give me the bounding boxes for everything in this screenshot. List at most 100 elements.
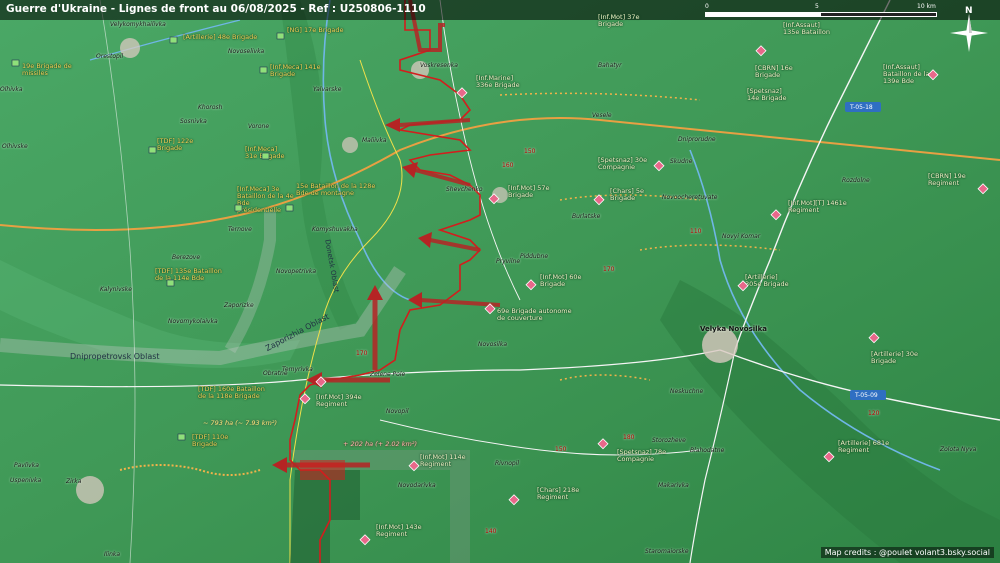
map-credits: Map credits : @poulet volant3.bsky.socia… [820,547,994,558]
place-rivnopil: Rivnopil [495,460,520,467]
place-orestopil: Orestopil [96,53,124,60]
unit-ua-114-tdf: [TDF] 135e Bataillon de la 114e Bde [155,267,222,282]
road-number: 140 [485,528,497,535]
compass-rose-icon: N [950,6,988,52]
place-novosilka: Novosilka [478,341,507,348]
place-zirka: Zirka [66,478,82,485]
unit-ua-4-presidentielle: [Inf.Meca] 3e Bataillon de la 4e Bde pré… [237,185,294,214]
place-uspenivka: Uspenivka [10,477,42,484]
unit-ru-218-chars: [Chars] 218e Regiment [537,486,580,501]
place-vorone: Vorone [248,123,270,130]
unit-ru-16-cbrn: [CBRN] 16e Brigade [755,64,793,79]
title-bar: Guerre d'Ukraine - Lignes de front au 06… [0,0,1000,20]
unit-ru-681-artillerie: [Artillerie] 681e Regiment [838,439,890,454]
road-shield-t0509: T-05-09 [852,391,881,400]
unit-ru-57-infmot: [Inf.Mot] 57e Brigade [508,184,550,199]
place-piddubne: Piddubne [520,253,549,260]
unit-ru-114-infmot: [Inf.Mot] 114e Regiment [420,453,466,468]
unit-ua-110-tdf: [TDF] 110e Brigade [192,433,229,448]
road-number: 120 [868,410,880,417]
road-number: 180 [623,434,635,441]
unit-ua-31-infmeca: [Inf.Meca] 31e Brigade [245,145,285,160]
place-berezove: Berezove [172,254,201,261]
unit-ua-17-ng: [NG] 17e Brigade [287,26,344,34]
place-skudne: Skudne [670,158,693,165]
road-shield-t0518: T-05-18 [847,103,876,112]
place-neskuchne: Neskuchne [670,388,704,395]
unit-ru-30-spetsnaz: [Spetsnaz] 30e Compagnie [598,156,648,171]
unit-ua-122-tdf: [TDF] 122e Brigade [157,137,194,152]
road-number: 160 [502,162,514,169]
place-zelene-pole: Zelene Pole [370,371,406,378]
place-dniprorudne: Dniprorudne [678,136,716,143]
unit-ru-69-couverture: 69e Brigade autonome de couverture [497,307,572,322]
unit-ru-5-chars: [Chars] 5e Brigade [610,187,644,202]
place-makarivka: Makarivka [658,482,689,489]
place-novopil: Novopil [386,408,409,415]
place-ilinka: Ilinka [104,551,121,558]
oblast-dnipropetrovsk: Dnipropetrovsk Oblast [70,352,160,361]
place-shevchenko: Shevchenko [446,186,483,193]
unit-ua-128-montagne: 15e Bataillon de la 128e Bde de montagne [296,182,376,197]
place-sosnivka: Sosnivka [180,118,207,125]
scale-bar: 0 5 10 km [705,3,945,19]
road-number: 170 [603,266,615,273]
unit-ru-135-assaut: [Inf.Assaut] 135e Bataillon [783,21,830,36]
place-olhivka: Olhivka [0,86,23,93]
unit-ua-48-artillerie: [Artillerie] 48e Brigade [183,33,258,41]
place-novomykolaivka: Novomykolaivka [168,318,218,325]
unit-ru-60-infmot: [Inf.Mot] 60e Brigade [540,273,582,288]
road-number: 170 [356,350,368,357]
place-rozdolne: Rozdolne [842,177,870,184]
place-bahatyr: Bahatyr [598,62,622,69]
unit-ru-143-infmot: [Inf.Mot] 143e Regiment [376,523,422,538]
place-velyka-novosilka: Velyka Novosilka [700,325,767,333]
place-novopetrivka: Novopetrivka [276,268,317,275]
place-novoselivka: Novoselivka [228,48,265,55]
place-khorosh: Khorosh [198,104,223,111]
unit-ru-139-assaut: [Inf.Assaut] Bataillon de la 139e Bde [883,63,930,85]
unit-ru-336-marine: [Inf.Marine] 336e Brigade [476,74,520,89]
area-gain-label: + 202 ha (+ 2.02 km²) [343,440,417,448]
unit-ua-118-tdf: [TDF] 160e Bataillon de la 118e Brigade [198,385,265,400]
unit-ua-19-missiles: 19e Brigade de missiles [22,62,72,77]
scale-bar-graphic [705,12,937,17]
unit-ru-305-artillerie: [Artillerie] 305e Brigade [745,273,789,288]
place-novyi-komar: Novyi Komar [722,233,761,240]
place-pryvilne: Pryvilne [496,258,521,265]
road-number: 110 [690,228,702,235]
place-novodarivka: Novodarivka [398,482,436,489]
scale-mid: 5 [815,3,819,10]
place-yalvarske: Yalvarske [313,86,342,93]
area-loss-label: ~ 793 ha (~ 7.93 km²) [203,419,277,427]
road-number: 150 [524,148,536,155]
place-kalynivske: Kalynivske [100,286,132,293]
place-novoocheretuvate: Novoocheretuvate [662,194,718,201]
unit-ru-19-cbrn: [CBRN] 19e Regiment [928,172,966,187]
place-voskresenka: Voskresenka [420,62,458,69]
place-maliivka: Maliivka [362,137,387,144]
scale-end: 10 km [917,3,936,10]
place-burlatske: Burlatske [572,213,601,220]
place-olhivske: Olhivske [2,143,28,150]
unit-ua-141-infmeca: [Inf.Meca] 141e Brigade [270,63,321,78]
unit-ru-30-artillerie: [Artillerie] 30e Brigade [871,350,918,365]
place-ternove: Ternove [228,226,252,233]
road-number: 150 [555,446,567,453]
place-storozheve: Storozheve [652,437,686,444]
place-pavlivka: Pavlivka [14,462,39,469]
map-title: Guerre d'Ukraine - Lignes de front au 06… [6,3,426,15]
unit-ru-78-spetsnaz: [Spetsnaz] 78e Compagnie [617,448,667,463]
place-komyshuvakha: Komyshuvakha [312,226,358,233]
place-blahodatne: Blahodatne [690,447,725,454]
unit-ru-37-infmot: [Inf.Mot] 37e Brigade [598,13,640,28]
unit-ru-394-infmot: [Inf.Mot] 394e Regiment [316,393,362,408]
scale-start: 0 [705,3,709,10]
place-obratne: Obratne [263,370,288,377]
place-zolota-nyva: Zolota Nyva [940,446,977,453]
compass-north: N [965,6,973,16]
place-staromaiorske: Staromaiorske [645,548,689,555]
unit-ru-1461-infmot: [Inf.Mot][T] 1461e Regiment [788,199,847,214]
place-zaporizke: Zaporizke [224,302,254,309]
place-velykomykhailivka: Velykomykhailivka [110,21,166,28]
